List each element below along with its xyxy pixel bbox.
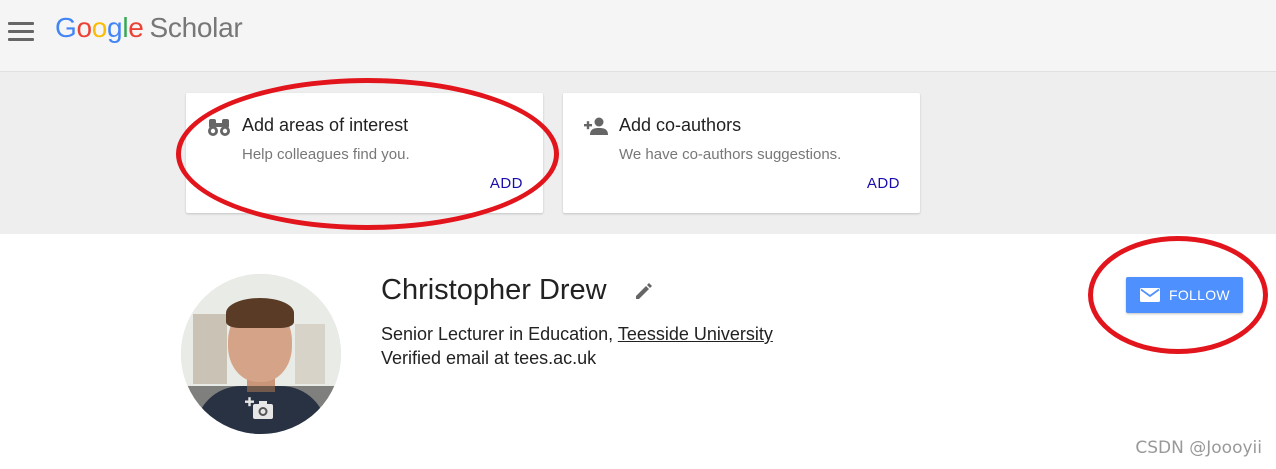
pencil-edit-icon[interactable] [634, 281, 654, 301]
profile-avatar[interactable] [181, 274, 341, 434]
card-subtitle: Help colleagues find you. [242, 146, 410, 163]
add-person-icon [584, 117, 608, 135]
csdn-watermark: CSDN @Joooyii [1135, 438, 1262, 458]
suggestion-cards-band: Add areas of interest Help colleagues fi… [0, 72, 1276, 234]
logo-product-name: Scholar [149, 12, 243, 43]
binoculars-icon [208, 119, 230, 136]
follow-button-label: FOLLOW [1169, 287, 1230, 303]
card-add-co-authors: Add co-authors We have co-authors sugges… [563, 93, 920, 213]
affiliation-link[interactable]: Teesside University [618, 324, 773, 344]
follow-button[interactable]: FOLLOW [1126, 277, 1243, 313]
affiliation-text: Senior Lecturer in Education, [381, 324, 618, 344]
google-scholar-logo[interactable]: Google Scholar [55, 12, 243, 44]
top-bar: Google Scholar [0, 0, 1276, 72]
hamburger-menu-icon[interactable] [8, 22, 34, 42]
card-title: Add co-authors [619, 115, 742, 135]
profile-affiliation: Senior Lecturer in Education, Teesside U… [381, 324, 773, 345]
add-co-authors-button[interactable]: ADD [867, 175, 900, 192]
profile-verified-email: Verified email at tees.ac.uk [381, 348, 597, 368]
envelope-icon [1140, 288, 1160, 302]
add-photo-camera-icon[interactable] [245, 396, 275, 422]
card-subtitle: We have co-authors suggestions. [619, 146, 842, 163]
card-add-areas-of-interest: Add areas of interest Help colleagues fi… [186, 93, 543, 213]
add-areas-of-interest-button[interactable]: ADD [490, 175, 523, 192]
card-title: Add areas of interest [242, 115, 409, 135]
profile-name: Christopher Drew [381, 274, 607, 306]
